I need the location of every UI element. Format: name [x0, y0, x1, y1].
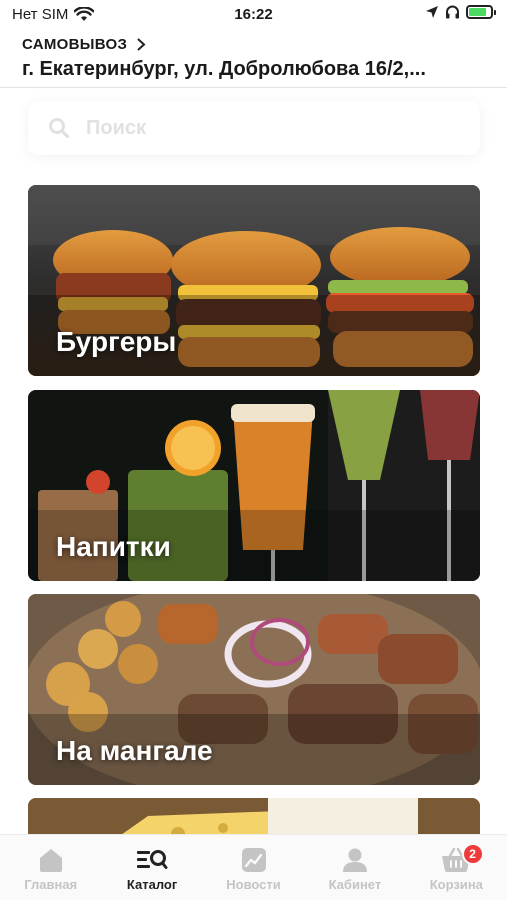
tab-label: Новости — [226, 877, 281, 892]
category-title: Бургеры — [56, 326, 177, 357]
status-right — [425, 5, 496, 19]
tab-home[interactable]: Главная — [0, 835, 101, 900]
category-card-grill[interactable]: На мангале — [28, 594, 480, 785]
catalog-icon — [137, 850, 168, 869]
location-arrow-icon — [426, 6, 438, 18]
tab-label: Главная — [24, 877, 78, 892]
chevron-right-icon — [137, 38, 146, 51]
header: САМОВЫВОЗ г. Екатеринбург, ул. Добролюбо… — [0, 30, 507, 88]
home-icon — [39, 849, 62, 872]
delivery-mode-selector[interactable]: САМОВЫВОЗ — [22, 36, 146, 53]
category-title: Напитки — [56, 531, 171, 562]
delivery-mode-label: САМОВЫВОЗ — [22, 36, 128, 53]
search-icon — [49, 118, 70, 139]
bottom-tab-bar: Главная Каталог Новости Кабинет Корзина … — [0, 834, 507, 900]
battery-icon — [466, 5, 496, 19]
news-icon — [241, 848, 266, 872]
profile-icon — [342, 848, 367, 872]
tab-catalog[interactable]: Каталог — [101, 835, 202, 900]
tab-news[interactable]: Новости — [203, 835, 304, 900]
category-title: На мангале — [56, 735, 213, 766]
tab-profile[interactable]: Кабинет — [304, 835, 405, 900]
tab-cart[interactable]: Корзина 2 — [406, 835, 507, 900]
search-input[interactable]: Поиск — [28, 101, 480, 155]
cart-count-badge: 2 — [461, 843, 484, 865]
tab-label: Кабинет — [328, 877, 382, 892]
category-card-burgers[interactable]: Бургеры — [28, 185, 480, 376]
category-card-drinks[interactable]: Напитки — [28, 390, 480, 581]
search-placeholder: Поиск — [86, 116, 147, 139]
tab-label: Корзина — [429, 877, 483, 892]
tab-label: Каталог — [126, 877, 178, 892]
status-bar: Нет SIM 16:22 — [0, 0, 507, 30]
pickup-address[interactable]: г. Екатеринбург, ул. Добролюбова 16/2,..… — [22, 58, 492, 81]
headphones-icon — [446, 5, 459, 19]
